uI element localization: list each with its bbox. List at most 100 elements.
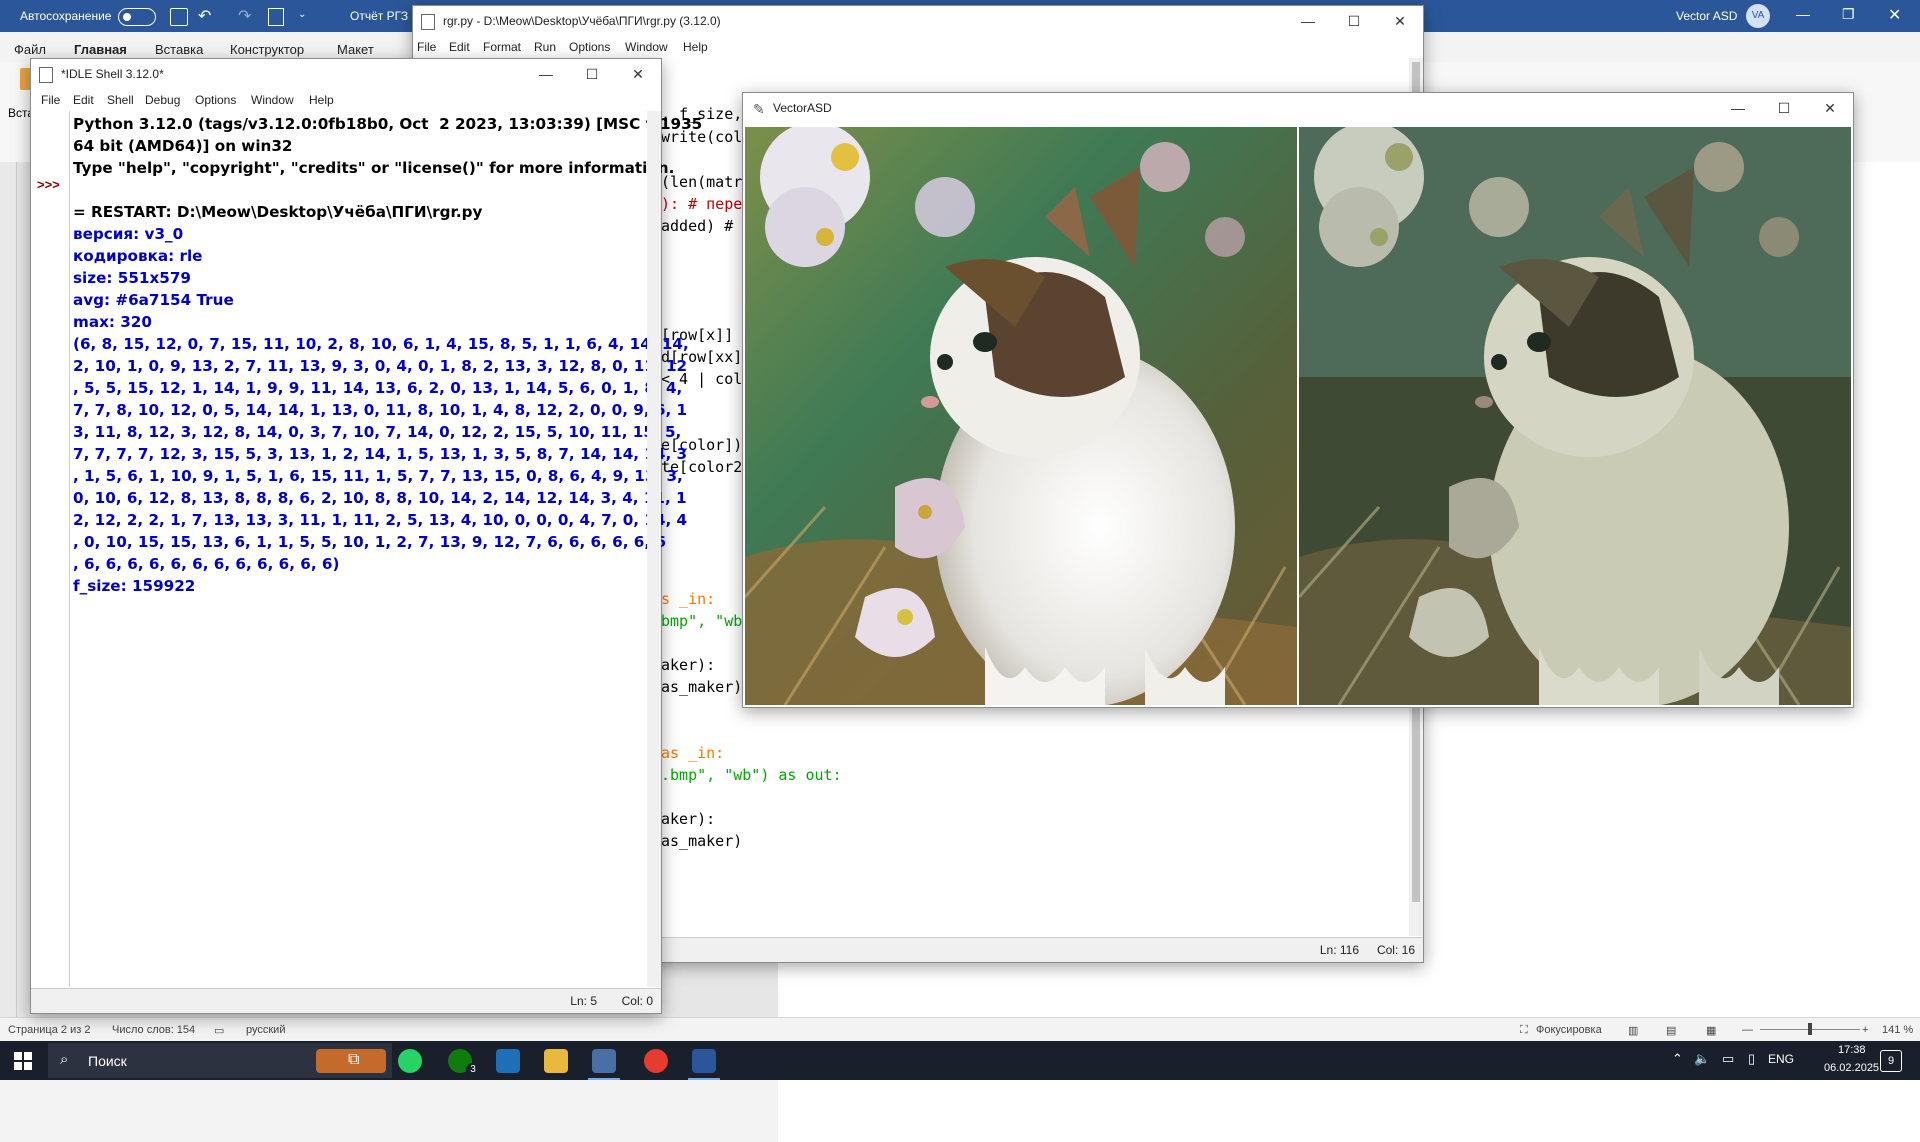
zoom-out-icon[interactable]: —: [1742, 1024, 1753, 1036]
shell-output-line: , 5, 5, 15, 12, 1, 14, 1, 9, 9, 11, 14, …: [73, 379, 683, 397]
whatsapp-icon[interactable]: [398, 1049, 422, 1073]
line-number: Ln: 116: [1319, 943, 1359, 957]
python-idle-icon[interactable]: [592, 1049, 616, 1073]
windows-start-icon[interactable]: [14, 1052, 32, 1070]
shell-output-line: [73, 179, 647, 201]
zoom-in-icon[interactable]: +: [1862, 1024, 1868, 1036]
image-viewer-window: ✎ VectorASD — ☐ ✕: [742, 92, 1854, 708]
code-string: .bmp", "wb") as out:: [661, 766, 842, 784]
minimize-icon[interactable]: —: [523, 59, 569, 89]
notification-icon[interactable]: 9: [1880, 1050, 1902, 1072]
redo-icon[interactable]: ↷: [238, 6, 251, 26]
shell-window: *IDLE Shell 3.12.0* — ☐ ✕ File Edit Shel…: [30, 58, 702, 1014]
clock-date[interactable]: 06.02.2025: [1824, 1062, 1879, 1074]
maximize-icon[interactable]: ☐: [569, 59, 615, 89]
word-count[interactable]: Число слов: 154: [112, 1024, 195, 1036]
shell-output-line: f_size: 159922: [73, 577, 196, 595]
autosave-toggle[interactable]: [118, 8, 156, 26]
web-layout-icon[interactable]: ▦: [1706, 1024, 1716, 1037]
battery-icon[interactable]: ▯: [1748, 1051, 1755, 1067]
close-icon[interactable]: ✕: [1807, 93, 1853, 123]
menu-options[interactable]: Options: [569, 40, 610, 54]
shell-output-line: 0, 10, 6, 12, 8, 13, 8, 8, 8, 6, 2, 10, …: [73, 489, 687, 507]
zoom-slider-thumb[interactable]: [1808, 1023, 1812, 1035]
focus-mode[interactable]: Фокусировка: [1536, 1024, 1602, 1036]
editor-titlebar[interactable]: rgr.py - D:\Meow\Desktop\Учёба\ПГИ\rgr.p…: [413, 6, 1423, 36]
search-placeholder: Поиск: [88, 1053, 127, 1069]
proofing-icon[interactable]: ▭: [214, 1024, 224, 1037]
shell-output-line: 7, 7, 7, 7, 12, 3, 15, 5, 3, 13, 1, 2, 1…: [73, 445, 688, 463]
undo-icon[interactable]: ↶: [198, 6, 211, 26]
minimize-icon[interactable]: —: [1796, 6, 1810, 22]
menu-file[interactable]: File: [417, 40, 436, 54]
powershell-icon[interactable]: [496, 1049, 520, 1073]
tray-chevron-icon[interactable]: ⌃: [1672, 1051, 1683, 1067]
tab-insert[interactable]: Вставка: [155, 42, 203, 57]
shell-output-line: (6, 8, 15, 12, 0, 7, 15, 11, 10, 2, 8, 1…: [73, 335, 689, 353]
customize-qat-icon[interactable]: ⌄: [298, 9, 306, 20]
shell-output-line: size: 551x579: [73, 269, 191, 287]
page-counter[interactable]: Страница 2 из 2: [8, 1024, 90, 1036]
shell-output[interactable]: Python 3.12.0 (tags/v3.12.0:0fb18b0, Oct…: [73, 111, 702, 987]
tab-design[interactable]: Конструктор: [230, 42, 304, 57]
menu-format[interactable]: Format: [483, 40, 521, 54]
network-icon[interactable]: ▭: [1722, 1051, 1734, 1067]
menu-help[interactable]: Help: [309, 93, 334, 107]
task-view-icon[interactable]: ⧉: [348, 1051, 359, 1069]
menu-file[interactable]: File: [41, 93, 60, 107]
menu-options[interactable]: Options: [195, 93, 236, 107]
menu-run[interactable]: Run: [534, 40, 556, 54]
word-icon[interactable]: [692, 1049, 716, 1073]
menu-debug[interactable]: Debug: [145, 93, 180, 107]
menu-window[interactable]: Window: [625, 40, 668, 54]
shell-output-line: 7, 7, 8, 10, 12, 0, 5, 14, 14, 1, 13, 0,…: [73, 401, 688, 419]
file-explorer-icon[interactable]: [544, 1049, 568, 1073]
tab-home[interactable]: Главная: [74, 42, 127, 57]
menu-window[interactable]: Window: [251, 93, 294, 107]
shell-menubar: File Edit Shell Debug Options Window Hel…: [31, 89, 661, 111]
shell-titlebar[interactable]: *IDLE Shell 3.12.0* — ☐ ✕: [31, 59, 661, 89]
close-icon[interactable]: ✕: [615, 59, 661, 89]
menu-help[interactable]: Help: [683, 40, 708, 54]
minimize-icon[interactable]: —: [1285, 6, 1331, 36]
language-status[interactable]: русский: [246, 1024, 285, 1036]
shell-scrollbar[interactable]: [647, 111, 661, 987]
viewer-titlebar[interactable]: ✎ VectorASD — ☐ ✕: [743, 93, 1853, 125]
tab-file[interactable]: Файл: [14, 42, 46, 57]
print-layout-icon[interactable]: ▤: [1666, 1024, 1676, 1037]
menu-edit[interactable]: Edit: [73, 93, 94, 107]
viewer-title: VectorASD: [773, 101, 832, 115]
focus-icon[interactable]: ⛶: [1520, 1024, 1528, 1037]
menu-edit[interactable]: Edit: [449, 40, 470, 54]
close-icon[interactable]: ✕: [1377, 6, 1423, 36]
maximize-icon[interactable]: ☐: [1331, 6, 1377, 36]
search-box[interactable]: ⌕ Поиск: [48, 1043, 392, 1078]
maximize-icon[interactable]: ☐: [1761, 93, 1807, 123]
code-line: as_maker): [661, 678, 743, 696]
keyboard-language[interactable]: ENG: [1768, 1052, 1794, 1066]
close-icon[interactable]: ✕: [1888, 5, 1901, 25]
shell-output-line: avg: #6a7154 True: [73, 291, 234, 309]
document-icon[interactable]: [268, 8, 284, 26]
restore-icon[interactable]: ❐: [1842, 6, 1855, 23]
shell-output-line: , 1, 5, 6, 1, 10, 9, 1, 5, 1, 6, 15, 11,…: [73, 467, 683, 485]
tab-layout[interactable]: Макет: [337, 42, 374, 57]
read-mode-icon[interactable]: ▥: [1628, 1024, 1638, 1037]
volume-icon[interactable]: 🔈: [1694, 1051, 1710, 1067]
save-icon[interactable]: [170, 8, 188, 26]
original-kitten-image: [745, 127, 1297, 705]
vertical-ruler: [0, 162, 17, 1017]
minimize-icon[interactable]: —: [1715, 93, 1761, 123]
menu-shell[interactable]: Shell: [107, 93, 134, 107]
avatar[interactable]: VA: [1746, 4, 1770, 28]
word-statusbar: Страница 2 из 2 Число слов: 154 ▭ русски…: [0, 1017, 1920, 1042]
shell-output-line: 64 bit (AMD64)] on win32: [73, 137, 293, 155]
word-doc-title: Отчёт РГЗ: [350, 9, 409, 23]
xbox-badge: 3: [466, 1063, 480, 1077]
clock-time[interactable]: 17:38: [1838, 1044, 1866, 1056]
shell-output-line: 2, 12, 2, 2, 1, 7, 13, 13, 3, 11, 1, 11,…: [73, 511, 688, 529]
python-file-icon: [421, 14, 435, 30]
taskbar: ⌕ Поиск ⧉ 3 ⌃ 🔈 ▭ ▯ ENG 17:38 06.02.2025…: [0, 1041, 1920, 1080]
zoom-level[interactable]: 141 %: [1882, 1024, 1913, 1036]
yandex-browser-icon[interactable]: [644, 1049, 668, 1073]
